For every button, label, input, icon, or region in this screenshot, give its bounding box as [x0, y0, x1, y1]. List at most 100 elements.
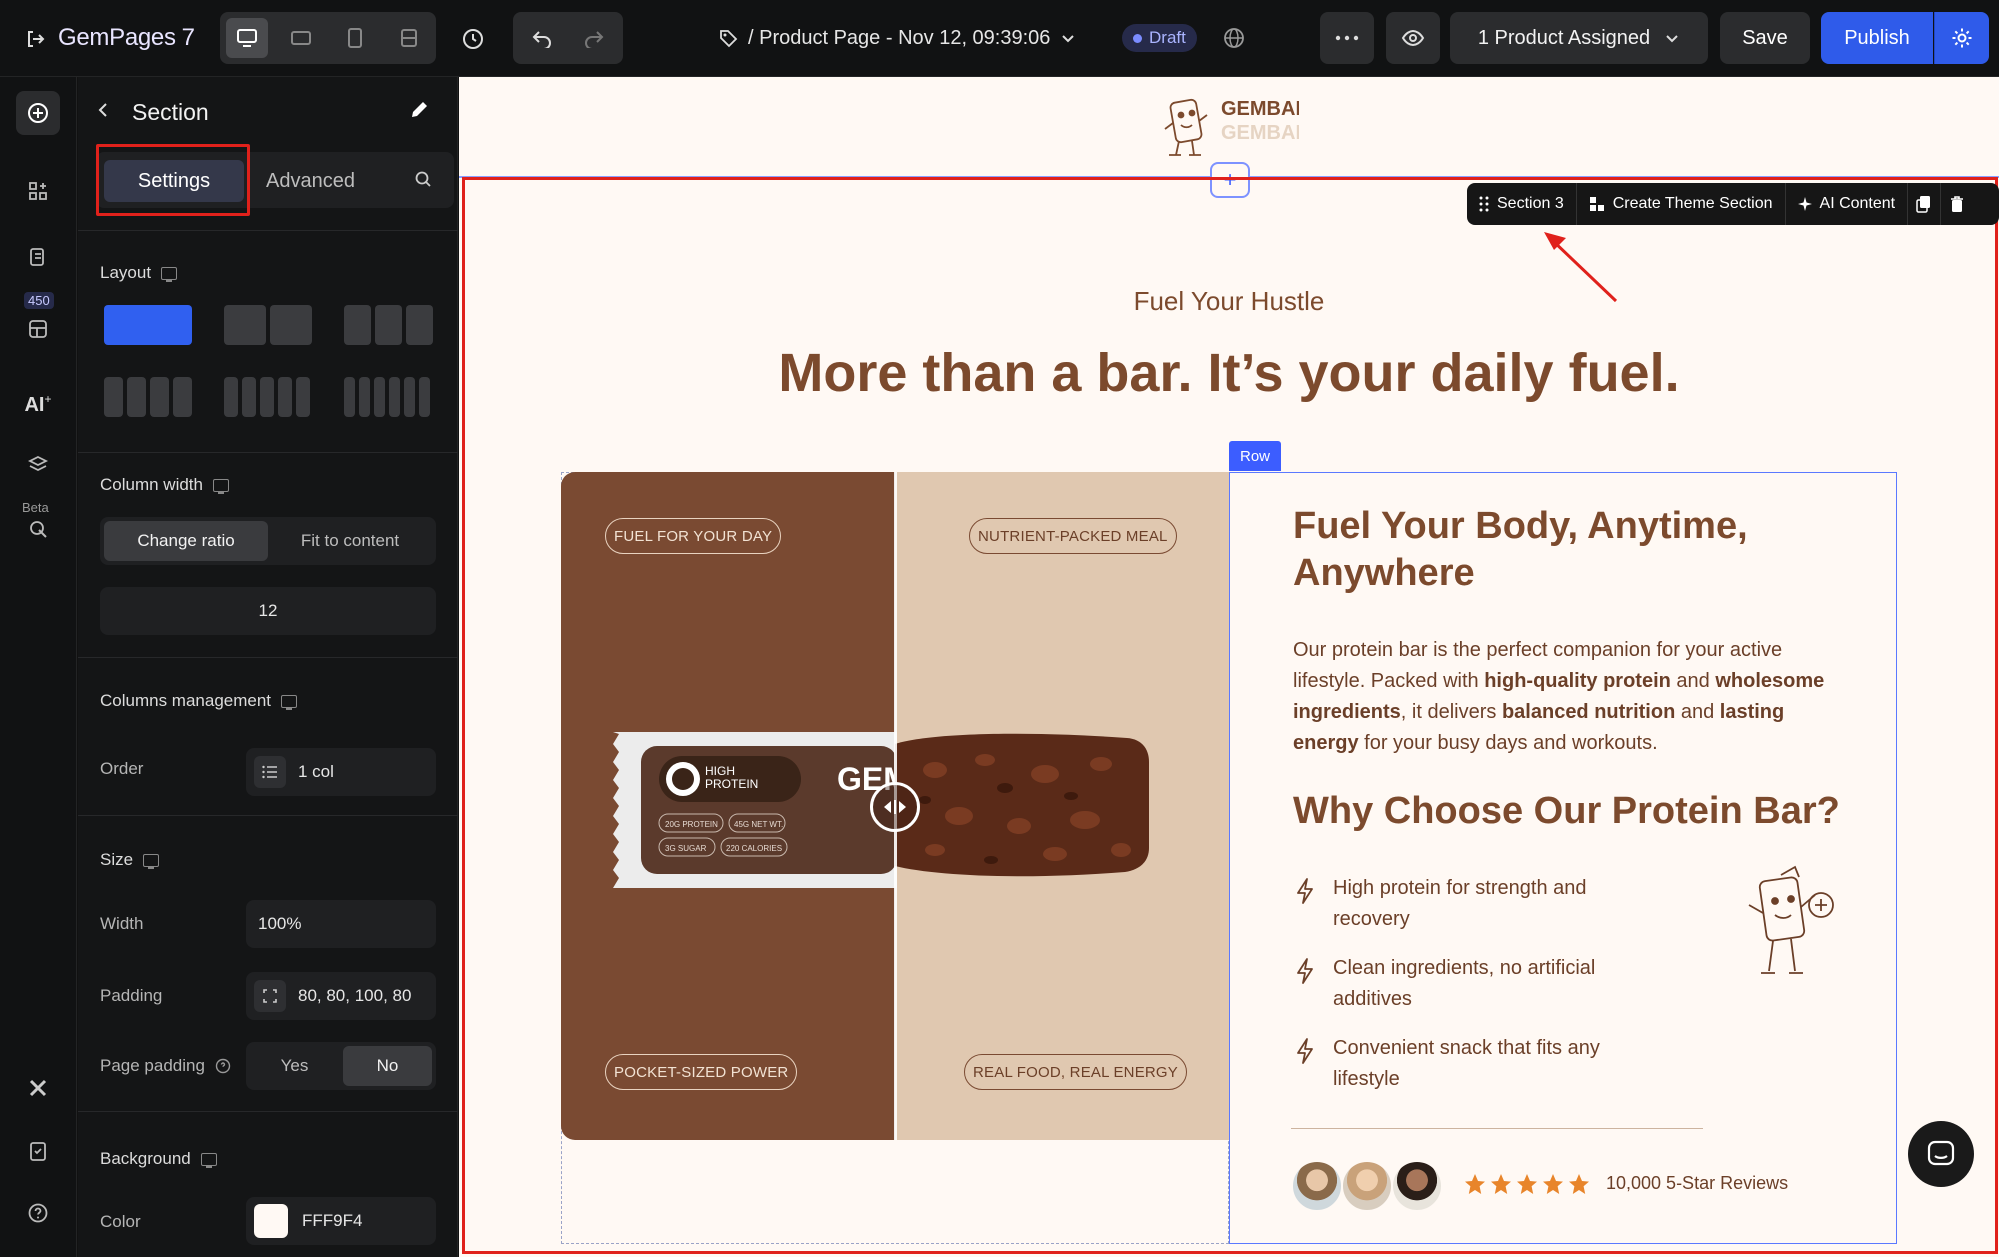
duplicate-icon[interactable]: [1908, 183, 1942, 225]
theme-section-icon: [1589, 197, 1604, 211]
exit-icon[interactable]: [20, 24, 50, 54]
order-select[interactable]: 1 col: [246, 748, 436, 796]
tablet-landscape-icon[interactable]: [280, 18, 322, 58]
divider: [78, 1111, 458, 1112]
order-label: Order: [100, 759, 144, 778]
image-comparison[interactable]: FUEL FOR YOUR DAY NUTRIENT-PACKED MEAL P…: [561, 472, 1229, 1140]
save-button[interactable]: Save: [1720, 12, 1810, 64]
ai-content-button[interactable]: AI Content: [1786, 183, 1909, 225]
globe-icon[interactable]: [1218, 22, 1250, 54]
feature-item: High protein for strength and recovery: [1293, 873, 1653, 935]
more-options-icon[interactable]: [1320, 12, 1374, 64]
feature-text: Clean ingredients, no artificial additiv…: [1333, 957, 1596, 1010]
layout-label: Layout: [100, 263, 178, 283]
star-icon: [1569, 1174, 1589, 1194]
background-color-picker[interactable]: FFF9F4: [246, 1197, 436, 1245]
change-ratio-option[interactable]: Change ratio: [104, 521, 268, 561]
size-label: Size: [100, 850, 160, 870]
layout-3-col[interactable]: [344, 305, 433, 345]
layout-6-col[interactable]: [344, 377, 430, 417]
divider: [78, 230, 458, 231]
publish-button[interactable]: Publish: [1821, 12, 1933, 64]
mobile-icon[interactable]: [334, 18, 376, 58]
section-headline: More than a bar. It’s your daily fuel.: [778, 343, 1680, 403]
column-width-input[interactable]: 12: [100, 587, 436, 635]
desktop-icon: [143, 853, 160, 869]
tab-advanced[interactable]: Advanced: [266, 160, 355, 202]
layout-5-col[interactable]: [224, 377, 310, 417]
customer-avatars: [1291, 1160, 1443, 1212]
info-icon: [215, 1058, 231, 1074]
section-drag-handle[interactable]: Section 3: [1467, 183, 1577, 225]
tag-pocket-sized-power: POCKET-SIZED POWER: [605, 1054, 798, 1090]
help-icon[interactable]: [16, 1191, 60, 1235]
divider: [78, 815, 458, 816]
fit-to-content-option[interactable]: Fit to content: [268, 521, 432, 561]
width-input[interactable]: 100%: [246, 900, 436, 948]
padding-label: Padding: [100, 986, 163, 1005]
padding-value: 80, 80, 100, 80: [298, 986, 412, 1005]
create-theme-label: Create Theme Section: [1612, 195, 1773, 212]
layout-1-col[interactable]: [104, 305, 192, 345]
interaction-icon[interactable]: [16, 507, 60, 551]
settings-tab-highlight: [96, 144, 250, 216]
content-divider: [1291, 1128, 1703, 1129]
templates-icon[interactable]: [16, 307, 60, 351]
layers-icon[interactable]: [16, 443, 60, 487]
page-title-dropdown[interactable]: / Product Page - Nov 12, 09:39:06: [718, 18, 1076, 58]
publish-settings-gear-icon[interactable]: [1934, 12, 1989, 64]
avatar: [1391, 1160, 1443, 1212]
checklist-icon[interactable]: [16, 1129, 60, 1173]
product-assigned-dropdown[interactable]: 1 Product Assigned: [1450, 12, 1708, 64]
panel-title: Section: [132, 99, 209, 125]
divider: [78, 657, 458, 658]
elements-grid-icon[interactable]: [16, 169, 60, 213]
feature-item: Clean ingredients, no artificial additiv…: [1293, 953, 1653, 1015]
mascot-illustration: [1748, 865, 1834, 974]
star-icon: [1491, 1174, 1511, 1194]
preview-eye-icon[interactable]: [1386, 12, 1440, 64]
left-right-arrows-icon: [884, 800, 906, 814]
section-settings-panel: Section Settings Advanced Layout Column …: [78, 77, 458, 1257]
padding-input[interactable]: 80, 80, 100, 80: [246, 972, 436, 1020]
lightning-icon: [1297, 1038, 1313, 1064]
back-chevron-icon[interactable]: [96, 101, 110, 125]
product-assigned-label: 1 Product Assigned: [1477, 26, 1651, 49]
why-choose-heading: Why Choose Our Protein Bar?: [1293, 790, 1840, 832]
create-theme-section-button[interactable]: Create Theme Section: [1577, 183, 1786, 225]
star-icon: [1465, 1174, 1485, 1194]
wrapper-stat: 20G PROTEIN: [665, 820, 718, 829]
pencil-edit-icon[interactable]: [408, 99, 430, 126]
drag-handle-icon: [1479, 196, 1489, 212]
column-width-label: Column width: [100, 475, 229, 495]
content-paragraph: Our protein bar is the perfect companion…: [1293, 639, 1825, 754]
redo-icon[interactable]: [573, 18, 615, 58]
list-icon: [254, 756, 286, 788]
undo-icon[interactable]: [521, 18, 563, 58]
comparison-slider-handle[interactable]: [870, 782, 920, 832]
row-tag[interactable]: Row: [1229, 441, 1281, 471]
layout-2-col[interactable]: [224, 305, 312, 345]
x-icon[interactable]: [16, 1066, 60, 1110]
page-title: / Product Page - Nov 12, 09:39:06: [748, 26, 1051, 49]
add-element-icon[interactable]: [16, 91, 60, 135]
chat-support-icon[interactable]: [1908, 1121, 1974, 1187]
pages-icon[interactable]: [16, 235, 60, 279]
tag-fuel-for-your-day: FUEL FOR YOUR DAY: [605, 518, 782, 554]
columns-management-label: Columns management: [100, 691, 298, 711]
page-padding-yes[interactable]: Yes: [250, 1046, 339, 1086]
search-icon[interactable]: [414, 170, 432, 193]
fullscreen-icon[interactable]: [388, 18, 430, 58]
page-padding-no[interactable]: No: [343, 1046, 432, 1086]
desktop-icon: [281, 694, 298, 710]
wrapper-stat: 220 CALORIES: [726, 844, 782, 853]
section-toolbar: Section 3 Create Theme Section AI Conten…: [1467, 183, 1999, 225]
desktop-icon[interactable]: [226, 18, 268, 58]
feature-item: Convenient snack that fits any lifestyle: [1293, 1033, 1653, 1095]
history-icon[interactable]: [452, 18, 494, 60]
delete-trash-icon[interactable]: [1941, 183, 1973, 225]
background-label: Background: [100, 1149, 217, 1169]
layout-4-col[interactable]: [104, 377, 192, 417]
device-switcher: [220, 12, 436, 64]
ai-icon[interactable]: AI +: [16, 383, 60, 427]
